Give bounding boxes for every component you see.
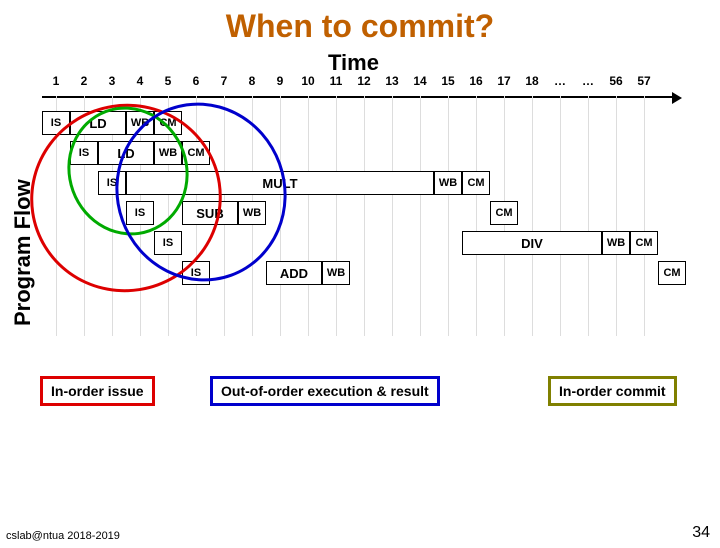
gridline [644, 96, 645, 336]
cell-cm: CM [490, 201, 518, 225]
gridline [532, 96, 533, 336]
gridline [476, 96, 477, 336]
gridline [392, 96, 393, 336]
tick-label: 17 [492, 74, 516, 88]
gridline [364, 96, 365, 336]
tick-label: 13 [380, 74, 404, 88]
tick-label: 5 [156, 74, 180, 88]
tick-label: 18 [520, 74, 544, 88]
tick-label: 16 [464, 74, 488, 88]
phase-exec: Out-of-order execution & result [210, 376, 440, 406]
phase-issue: In-order issue [40, 376, 155, 406]
tick-label: 4 [128, 74, 152, 88]
gridline [448, 96, 449, 336]
time-axis-label: Time [328, 50, 379, 76]
cell-cm: CM [462, 171, 490, 195]
slide-title: When to commit? [0, 8, 720, 45]
cell-wb: WB [434, 171, 462, 195]
tick-label: 14 [408, 74, 432, 88]
cell-wb: WB [602, 231, 630, 255]
time-arrow [42, 96, 678, 98]
phase-commit: In-order commit [548, 376, 677, 406]
cell-cm: CM [658, 261, 686, 285]
tick-label: 12 [352, 74, 376, 88]
cell-add: ADD [266, 261, 322, 285]
gridline [560, 96, 561, 336]
tick-label: 1 [44, 74, 68, 88]
tick-label: 3 [100, 74, 124, 88]
gridline [616, 96, 617, 336]
gridline [336, 96, 337, 336]
tick-label: 9 [268, 74, 292, 88]
cell-wb: WB [322, 261, 350, 285]
cell-div: DIV [462, 231, 602, 255]
tick-label: 57 [632, 74, 656, 88]
tick-label: 56 [604, 74, 628, 88]
page-number: 34 [692, 524, 710, 542]
tick-label: … [548, 74, 572, 88]
tick-label: 8 [240, 74, 264, 88]
tick-label: 6 [184, 74, 208, 88]
gridline [588, 96, 589, 336]
tick-label: 15 [436, 74, 460, 88]
cell-cm: CM [630, 231, 658, 255]
footer-credit: cslab@ntua 2018-2019 [6, 530, 120, 542]
pipeline-chart: Time Program Flow 1234567891011121314151… [28, 66, 708, 386]
tick-label: 2 [72, 74, 96, 88]
gridline [420, 96, 421, 336]
tick-label: … [576, 74, 600, 88]
tick-label: 10 [296, 74, 320, 88]
tick-label: 7 [212, 74, 236, 88]
tick-label: 11 [324, 74, 348, 88]
gridline [308, 96, 309, 336]
